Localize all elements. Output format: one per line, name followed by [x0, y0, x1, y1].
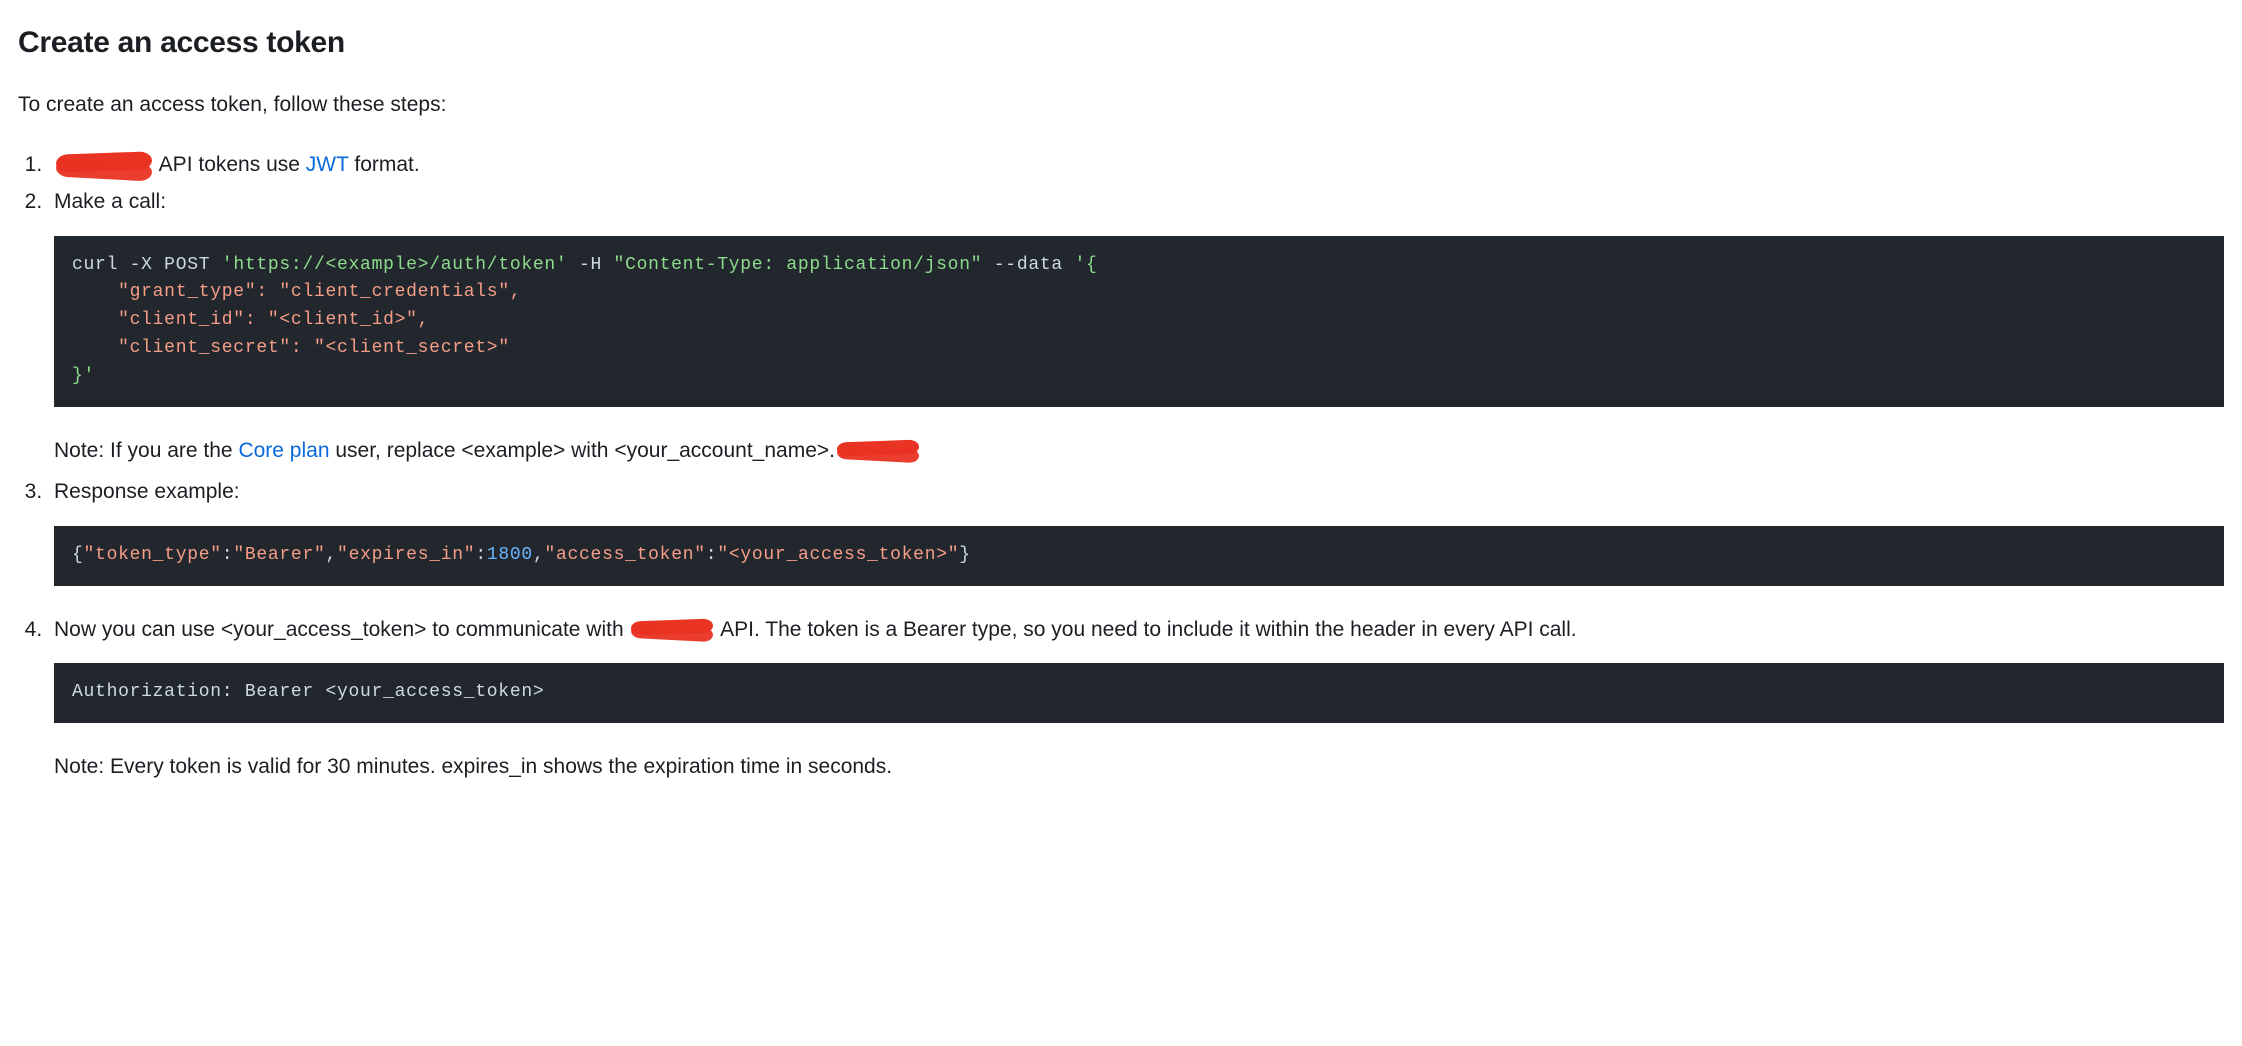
core-plan-link[interactable]: Core plan — [238, 439, 329, 462]
code-text: -H — [567, 255, 613, 275]
code-string: '{ — [1074, 255, 1097, 275]
code-string: 'https://<example>/auth/token' — [222, 255, 568, 275]
code-text: Authorization: Bearer <your_access_token… — [72, 682, 544, 702]
step-4-text-b: API. The token is a Bearer type, so you … — [715, 618, 1576, 641]
code-value: "client_credentials" — [279, 282, 509, 302]
steps-list: API tokens use JWT format. Make a call: … — [18, 149, 2224, 783]
code-value: "<client_id>" — [268, 310, 418, 330]
code-punct: : — [256, 282, 279, 302]
redacted-brand-2 — [631, 620, 713, 640]
step-1: API tokens use JWT format. — [48, 149, 2224, 181]
code-key: "token_type" — [84, 545, 222, 565]
step-3-label: Response example: — [54, 480, 240, 503]
code-text: --data — [982, 255, 1074, 275]
code-key: "client_secret" — [72, 338, 291, 358]
code-key: "grant_type" — [72, 282, 256, 302]
code-string: }' — [72, 366, 95, 386]
step-1-text-a: API tokens use — [154, 153, 306, 176]
page-title: Create an access token — [18, 20, 2224, 65]
code-brace: } — [959, 545, 971, 565]
code-string: "Content-Type: application/json" — [614, 255, 983, 275]
code-punct: , — [510, 282, 522, 302]
code-colon: : — [475, 545, 487, 565]
code-colon: : — [706, 545, 718, 565]
code-text: curl -X POST — [72, 255, 222, 275]
intro-paragraph: To create an access token, follow these … — [18, 89, 2224, 121]
jwt-link[interactable]: JWT — [306, 153, 349, 176]
note-prefix: Note: If you are the — [54, 439, 238, 462]
code-punct: , — [418, 310, 430, 330]
doc-page: Create an access token To create an acce… — [0, 0, 2242, 853]
response-example-code: {"token_type":"Bearer","expires_in":1800… — [54, 526, 2224, 586]
code-key: "access_token" — [544, 545, 705, 565]
code-key: "expires_in" — [337, 545, 475, 565]
code-value: "Bearer" — [233, 545, 325, 565]
code-punct: : — [245, 310, 268, 330]
code-value: "<your_access_token>" — [717, 545, 959, 565]
step-4-note: Note: Every token is valid for 30 minute… — [54, 751, 2224, 783]
code-punct: : — [291, 338, 314, 358]
code-value: "<client_secret>" — [314, 338, 510, 358]
step-1-text-b: format. — [349, 153, 420, 176]
code-comma: , — [533, 545, 545, 565]
note-mid: user, replace <example> with <your_accou… — [330, 439, 835, 462]
step-4-text-a: Now you can use <your_access_token> to c… — [54, 618, 629, 641]
code-key: "client_id" — [72, 310, 245, 330]
step-4: Now you can use <your_access_token> to c… — [48, 614, 2224, 783]
step-2: Make a call: curl -X POST 'https://<exam… — [48, 186, 2224, 466]
step-2-note: Note: If you are the Core plan user, rep… — [54, 435, 2224, 467]
code-comma: , — [326, 545, 338, 565]
redacted-brand-1 — [56, 153, 152, 177]
auth-header-code: Authorization: Bearer <your_access_token… — [54, 663, 2224, 723]
curl-request-code: curl -X POST 'https://<example>/auth/tok… — [54, 236, 2224, 407]
code-brace: { — [72, 545, 84, 565]
code-colon: : — [222, 545, 234, 565]
step-2-label: Make a call: — [54, 190, 166, 213]
redacted-domain-suffix — [837, 441, 919, 461]
code-number: 1800 — [487, 545, 533, 565]
step-3: Response example: {"token_type":"Bearer"… — [48, 476, 2224, 585]
